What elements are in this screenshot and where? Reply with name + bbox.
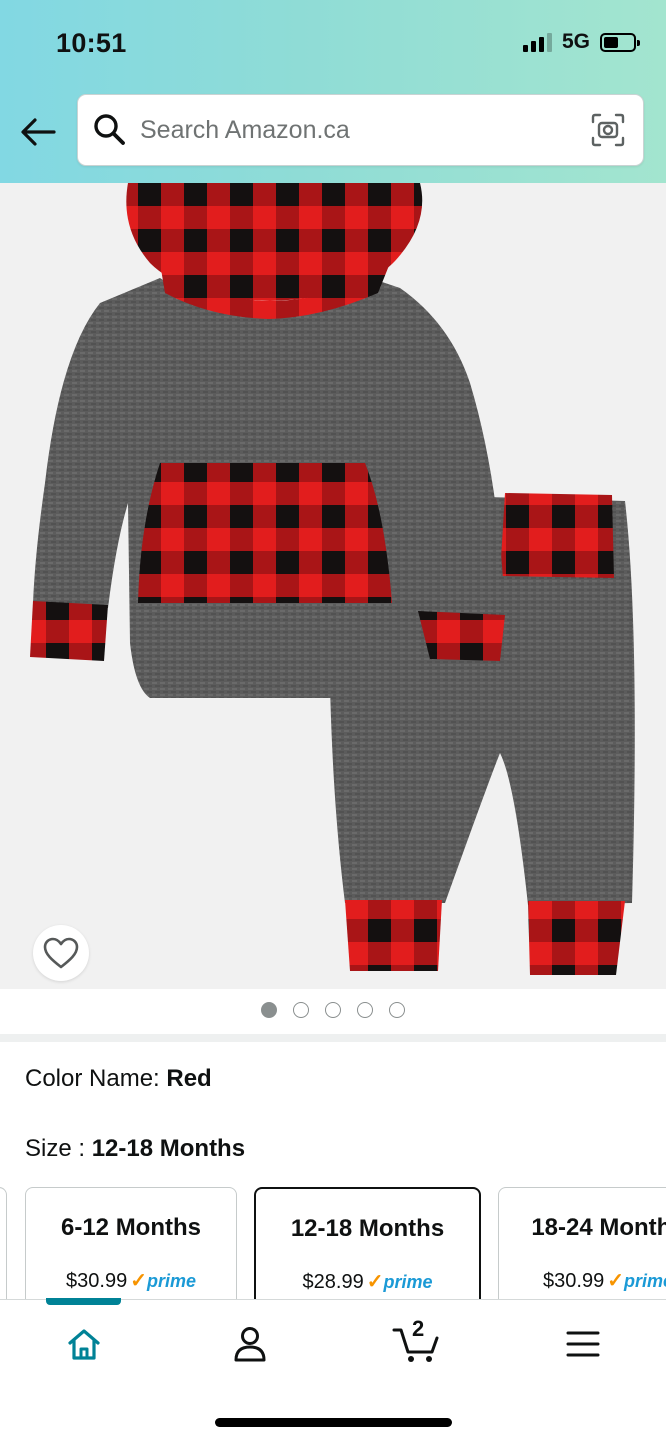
color-value: Red — [166, 1065, 212, 1092]
prime-badge: prime — [383, 1272, 433, 1292]
back-button[interactable] — [18, 112, 58, 152]
product-image — [30, 183, 635, 975]
carousel-indicator — [0, 1002, 666, 1020]
hoodie-graphic — [30, 183, 505, 698]
home-indicator[interactable] — [215, 1418, 452, 1427]
section-divider — [0, 1034, 666, 1042]
status-indicators: 5G — [522, 30, 640, 54]
back-arrow-icon — [21, 118, 56, 146]
nav-account[interactable] — [215, 1322, 285, 1366]
camera-search-icon[interactable] — [591, 113, 625, 147]
home-icon — [68, 1329, 100, 1360]
nav-home[interactable] — [49, 1322, 119, 1366]
size-option-label: 6-12 Months — [60, 1214, 201, 1241]
search-bar[interactable] — [77, 94, 644, 166]
carousel-dot[interactable] — [293, 1002, 309, 1018]
status-time: 10:51 — [56, 28, 127, 58]
size-option-price: $30.99✓prime — [26, 1268, 236, 1293]
size-option-6-12[interactable]: 6-12 Months $30.99 ✓prime — [25, 1187, 237, 1299]
menu-icon — [566, 1331, 600, 1357]
nav-menu[interactable] — [548, 1322, 618, 1366]
bottom-navigation: 2 — [0, 1298, 666, 1440]
size-value: 12-18 Months — [91, 1135, 246, 1162]
cart-count-badge: 2 — [412, 1316, 425, 1341]
battery-icon — [600, 32, 640, 52]
wishlist-button[interactable] — [33, 925, 89, 981]
size-option-18-24[interactable]: 18-24 Months $30.99✓prime — [498, 1187, 666, 1299]
size-option-price: $28.99 ✓prime — [256, 1269, 479, 1294]
account-icon — [234, 1327, 266, 1362]
price-text: $28.99 — [302, 1271, 364, 1293]
price-text: $30.99 — [66, 1270, 128, 1292]
color-label: Color Name: — [25, 1065, 167, 1092]
prime-badge: prime — [623, 1271, 666, 1291]
carousel-dot[interactable] — [325, 1002, 341, 1018]
search-input[interactable] — [140, 109, 580, 151]
prime-check-icon: ✓ — [130, 1270, 147, 1292]
size-option-label: 12-18 Months — [290, 1215, 445, 1242]
signal-icon — [522, 32, 552, 52]
size-options: 6-12 Months $30.99 ✓prime 12-18 Months $2… — [0, 1187, 666, 1299]
size-variation: Size : 12-18 Months — [25, 1135, 245, 1163]
active-tab-indicator — [46, 1298, 121, 1305]
app-header: 10:51 5G — [0, 0, 666, 183]
size-option-price: $30.99✓prime — [499, 1268, 666, 1293]
prime-check-icon: ✓ — [607, 1270, 624, 1292]
size-option-12-18[interactable]: 12-18 Months $28.99 ✓prime — [254, 1187, 481, 1299]
carousel-dot[interactable] — [357, 1002, 373, 1018]
size-option-label: 18-24 Months — [531, 1214, 666, 1241]
carousel-dot[interactable] — [389, 1002, 405, 1018]
color-variation: Color Name: Red — [25, 1065, 212, 1093]
product-image-carousel[interactable] — [0, 183, 666, 989]
prime-badge: prime — [146, 1271, 196, 1291]
prime-check-icon: ✓ — [366, 1271, 384, 1293]
price-text: $30.99 — [543, 1270, 605, 1292]
size-label: Size : — [25, 1135, 92, 1162]
network-type: 5G — [561, 30, 590, 53]
nav-cart[interactable]: 2 — [381, 1316, 451, 1366]
size-option-previous[interactable] — [0, 1187, 7, 1299]
search-icon — [94, 114, 125, 145]
carousel-dot[interactable] — [261, 1002, 277, 1018]
heart-icon — [43, 937, 79, 969]
